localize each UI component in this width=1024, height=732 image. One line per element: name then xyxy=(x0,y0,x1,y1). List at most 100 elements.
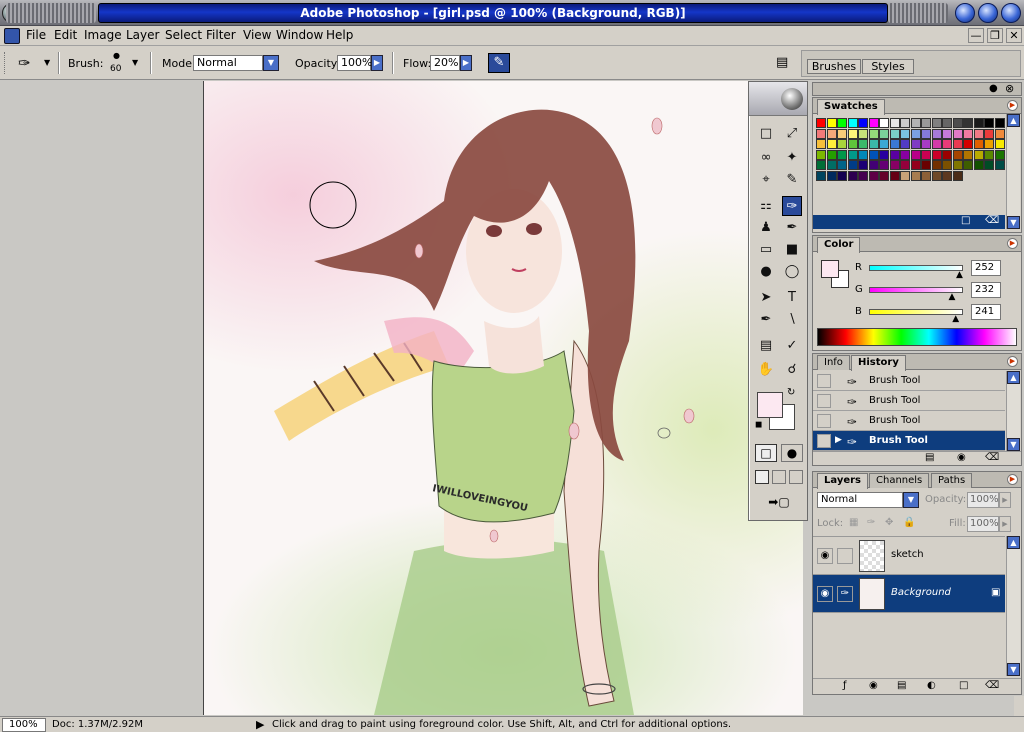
swatch[interactable] xyxy=(963,160,973,170)
channel-slider[interactable] xyxy=(869,265,963,271)
swatch[interactable] xyxy=(879,149,889,160)
channel-slider-thumb[interactable]: ▲ xyxy=(956,270,963,280)
layers-scrollbar[interactable]: ▲ ▼ xyxy=(1006,536,1020,676)
swatch[interactable] xyxy=(900,118,910,128)
tool-preset-arrow-icon[interactable]: ▼ xyxy=(44,58,50,67)
channel-slider[interactable] xyxy=(869,309,963,315)
resize-corner[interactable] xyxy=(1014,696,1024,716)
adjustment-layer-icon[interactable]: ◐ xyxy=(927,680,936,691)
layer-opacity-slider-icon[interactable]: ▶ xyxy=(999,492,1011,508)
swatch[interactable] xyxy=(994,128,1005,139)
swatch[interactable] xyxy=(942,128,952,139)
zoom-field[interactable]: 100% xyxy=(2,718,46,732)
panel-close-icon[interactable]: ⊗ xyxy=(1005,82,1014,95)
swatch[interactable] xyxy=(973,128,984,139)
delete-swatch-icon[interactable]: ⌫ xyxy=(985,215,999,226)
scroll-down-icon[interactable]: ▼ xyxy=(1007,663,1020,676)
adobe-online-icon[interactable] xyxy=(781,88,803,110)
menu-view[interactable]: View xyxy=(243,28,271,42)
channel-slider-thumb[interactable]: ▲ xyxy=(952,314,959,324)
channel-slider-thumb[interactable]: ▲ xyxy=(949,292,956,302)
magic-wand-icon[interactable]: ✦ xyxy=(782,148,802,168)
scroll-up-icon[interactable]: ▲ xyxy=(1007,536,1020,549)
airbrush-icon[interactable]: ✎ xyxy=(488,53,510,73)
menu-image[interactable]: Image xyxy=(84,28,122,42)
channel-value-field[interactable]: 241 xyxy=(971,304,1001,320)
swatch[interactable] xyxy=(942,160,952,170)
scroll-down-icon[interactable]: ▼ xyxy=(1007,438,1020,451)
brush-picker-arrow-icon[interactable]: ▼ xyxy=(132,58,138,67)
status-menu-arrow-icon[interactable]: ▶ xyxy=(256,718,264,731)
swatch[interactable] xyxy=(921,139,931,149)
swatch[interactable] xyxy=(984,128,994,139)
swatch[interactable] xyxy=(837,170,847,181)
swatch[interactable] xyxy=(900,128,910,139)
swatch[interactable] xyxy=(952,118,963,128)
swatch[interactable] xyxy=(963,118,973,128)
layer-set-icon[interactable]: ▤ xyxy=(897,680,906,691)
document-icon[interactable] xyxy=(4,28,20,44)
doc-restore-icon[interactable]: ❐ xyxy=(987,28,1003,43)
opacity-slider-icon[interactable]: ▶ xyxy=(371,55,383,71)
swatch[interactable] xyxy=(910,128,921,139)
swatch[interactable] xyxy=(942,118,952,128)
swatch[interactable] xyxy=(994,160,1005,170)
history-state[interactable]: ✑ Brush Tool xyxy=(813,411,1005,431)
tab-channels[interactable]: Channels xyxy=(869,473,930,488)
opacity-field[interactable]: 100% xyxy=(337,55,372,71)
swatch[interactable] xyxy=(826,160,837,170)
swatch[interactable] xyxy=(931,160,942,170)
swatch[interactable] xyxy=(963,139,973,149)
layer-row[interactable]: ◉ sketch xyxy=(813,537,1005,575)
crop-icon[interactable]: ⌖ xyxy=(756,170,776,190)
swatch[interactable] xyxy=(868,139,879,149)
swatch[interactable] xyxy=(900,170,910,181)
new-document-from-state-icon[interactable]: ▤ xyxy=(925,452,934,463)
doc-minimize-icon[interactable]: — xyxy=(968,28,984,43)
swatch[interactable] xyxy=(931,118,942,128)
swatch[interactable] xyxy=(826,118,837,128)
well-tab-styles[interactable]: Styles xyxy=(862,59,914,74)
swatch[interactable] xyxy=(889,128,900,139)
swatch[interactable] xyxy=(921,170,931,181)
minimize-button[interactable] xyxy=(955,3,975,23)
history-state[interactable]: ▶ ✑ Brush Tool xyxy=(813,431,1005,451)
slice-icon[interactable]: ✎ xyxy=(782,170,802,190)
swatch[interactable] xyxy=(837,149,847,160)
swatch[interactable] xyxy=(868,118,879,128)
tab-color[interactable]: Color xyxy=(817,237,861,253)
swatch[interactable] xyxy=(921,128,931,139)
tab-history[interactable]: History xyxy=(851,355,906,371)
swatch[interactable] xyxy=(858,170,868,181)
swatch[interactable] xyxy=(868,149,879,160)
layer-row[interactable]: ◉ ✑ Background ▣ xyxy=(813,575,1005,613)
history-brush-source[interactable] xyxy=(817,374,831,388)
swatch[interactable] xyxy=(921,160,931,170)
paintbrush-active-icon[interactable]: ✑ xyxy=(837,586,853,602)
brush-dot-icon[interactable]: ● xyxy=(113,51,120,60)
swatch[interactable] xyxy=(942,139,952,149)
swatch[interactable] xyxy=(973,160,984,170)
swatch[interactable] xyxy=(952,149,963,160)
swatch[interactable] xyxy=(868,128,879,139)
line-icon[interactable]: ∖ xyxy=(782,310,802,330)
panel-menu-icon[interactable]: ▶ xyxy=(1007,356,1018,367)
scroll-up-icon[interactable]: ▲ xyxy=(1007,114,1020,127)
swatch[interactable] xyxy=(931,139,942,149)
swatch[interactable] xyxy=(889,118,900,128)
blur-icon[interactable]: ● xyxy=(756,262,776,282)
swatch[interactable] xyxy=(868,170,879,181)
menu-file[interactable]: File xyxy=(26,28,46,42)
well-tab-brushes[interactable]: Brushes xyxy=(807,59,861,74)
lock-all-icon[interactable]: 🔒 xyxy=(903,517,915,528)
panel-minimize-icon[interactable]: ● xyxy=(989,83,998,94)
swatch[interactable] xyxy=(858,128,868,139)
document-canvas[interactable]: IWILLOVEINGYOU xyxy=(203,81,803,715)
panel-menu-icon[interactable]: ▶ xyxy=(1007,238,1018,249)
default-colors-icon[interactable]: ◼ xyxy=(755,420,762,430)
jump-to-imageready-icon[interactable]: ➡▢ xyxy=(757,494,801,512)
swatch[interactable] xyxy=(963,149,973,160)
swatch[interactable] xyxy=(837,118,847,128)
layer-link-box[interactable] xyxy=(837,548,853,564)
swatch[interactable] xyxy=(889,139,900,149)
